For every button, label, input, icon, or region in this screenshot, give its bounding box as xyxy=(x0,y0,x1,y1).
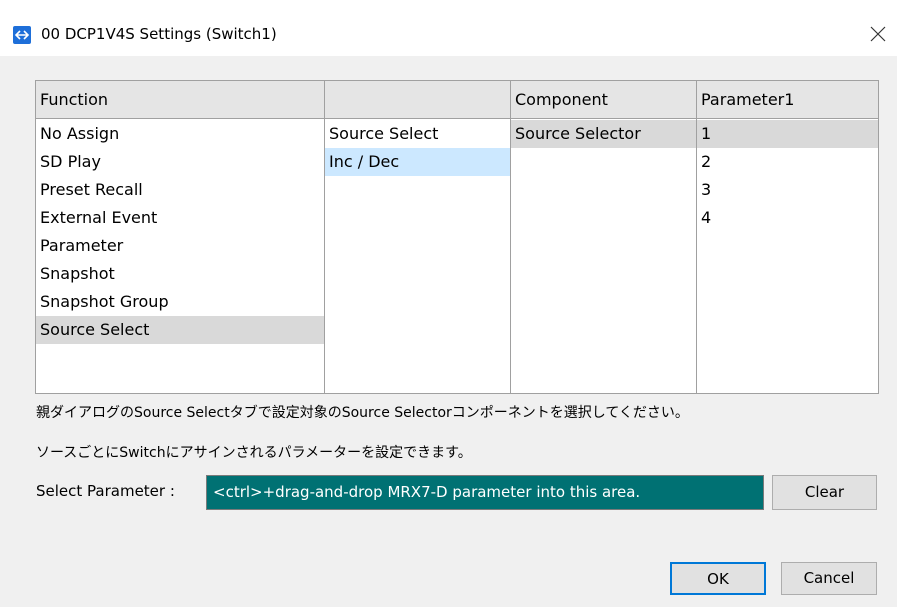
dcp-icon xyxy=(13,26,31,44)
function-item-snapshot-group[interactable]: Snapshot Group xyxy=(36,288,324,316)
assignment-grid: Function No Assign SD Play Preset Recall… xyxy=(35,80,879,394)
info-text-line1: 親ダイアログのSource Selectタブで設定対象のSource Selec… xyxy=(36,405,689,421)
function-item-external-event[interactable]: External Event xyxy=(36,204,324,232)
function-column-header[interactable]: Function xyxy=(36,81,324,119)
parameter1-item-4[interactable]: 4 xyxy=(697,204,878,232)
ok-button[interactable]: OK xyxy=(670,562,766,595)
sub-item-source-select[interactable]: Source Select xyxy=(325,120,510,148)
parameter1-item-1[interactable]: 1 xyxy=(697,120,878,148)
function-item-parameter[interactable]: Parameter xyxy=(36,232,324,260)
select-parameter-drop-area[interactable]: <ctrl>+drag-and-drop MRX7-D parameter in… xyxy=(206,475,764,510)
function-item-no-assign[interactable]: No Assign xyxy=(36,120,324,148)
component-column: Component Source Selector xyxy=(511,81,697,393)
function-column: Function No Assign SD Play Preset Recall… xyxy=(36,81,325,393)
cancel-button[interactable]: Cancel xyxy=(781,562,877,595)
sub-function-column-header[interactable] xyxy=(325,81,510,119)
component-list: Source Selector xyxy=(511,120,696,148)
close-button[interactable] xyxy=(864,20,892,48)
parameter1-column: Parameter1 1 2 3 4 xyxy=(697,81,878,393)
clear-button[interactable]: Clear xyxy=(772,475,877,510)
parameter1-list: 1 2 3 4 xyxy=(697,120,878,232)
function-item-sd-play[interactable]: SD Play xyxy=(36,148,324,176)
function-list: No Assign SD Play Preset Recall External… xyxy=(36,120,324,344)
function-item-preset-recall[interactable]: Preset Recall xyxy=(36,176,324,204)
sub-function-column: Source Select Inc / Dec xyxy=(325,81,511,393)
parameter1-column-header[interactable]: Parameter1 xyxy=(697,81,878,119)
component-column-header[interactable]: Component xyxy=(511,81,696,119)
component-item-source-selector[interactable]: Source Selector xyxy=(511,120,696,148)
window-title: 00 DCP1V4S Settings (Switch1) xyxy=(41,25,277,43)
function-item-snapshot[interactable]: Snapshot xyxy=(36,260,324,288)
sub-function-list: Source Select Inc / Dec xyxy=(325,120,510,176)
select-parameter-label: Select Parameter : xyxy=(36,482,175,500)
info-text-line2: ソースごとにSwitchにアサインされるパラメーターを設定できます。 xyxy=(36,445,472,461)
parameter1-item-3[interactable]: 3 xyxy=(697,176,878,204)
title-bar: 00 DCP1V4S Settings (Switch1) xyxy=(0,0,897,56)
parameter1-item-2[interactable]: 2 xyxy=(697,148,878,176)
sub-item-inc-dec[interactable]: Inc / Dec xyxy=(325,148,510,176)
function-item-source-select[interactable]: Source Select xyxy=(36,316,324,344)
